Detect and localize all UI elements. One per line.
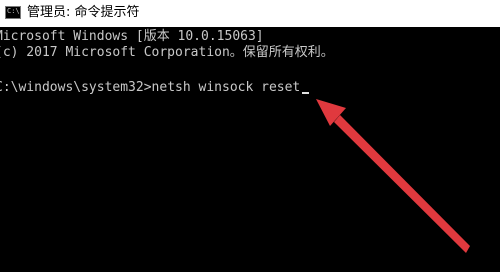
command-text: netsh winsock reset <box>151 80 301 95</box>
title-bar[interactable]: C:\ 管理员: 命令提示符 <box>0 0 500 27</box>
console-output[interactable]: Microsoft Windows [版本 10.0.15063] (c) 20… <box>0 28 500 272</box>
command-line[interactable]: C:\windows\system32>netsh winsock reset <box>0 79 310 97</box>
text-cursor <box>302 92 310 94</box>
console-line: (c) 2017 Microsoft Corporation。保留所有权利。 <box>0 45 334 60</box>
prompt-path: C:\windows\system32> <box>0 80 152 95</box>
cmd-icon: C:\ <box>5 6 21 19</box>
window-title: 管理员: 命令提示符 <box>27 5 140 20</box>
command-prompt-window: C:\ 管理员: 命令提示符 Microsoft Windows [版本 10.… <box>0 0 500 272</box>
cmd-icon-glyph: C:\ <box>7 7 20 15</box>
